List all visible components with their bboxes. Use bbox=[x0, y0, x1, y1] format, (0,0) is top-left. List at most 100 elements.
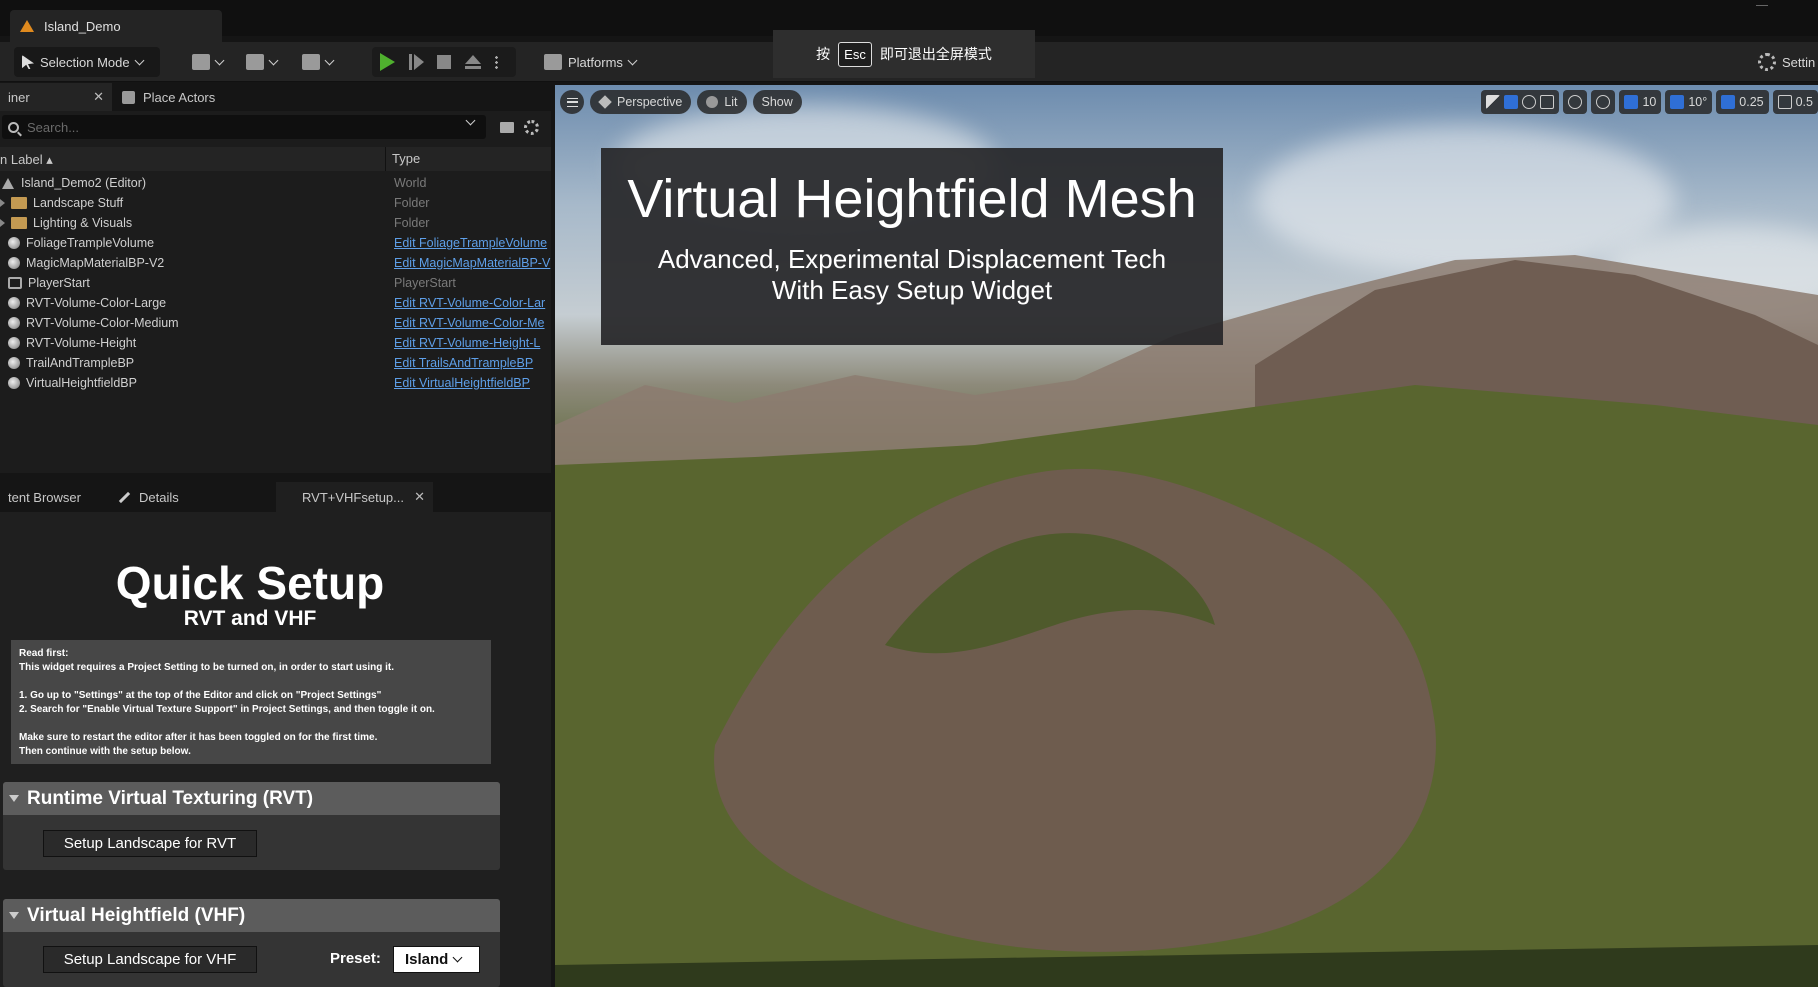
play-controls bbox=[372, 47, 516, 77]
edit-blueprint-link[interactable]: Edit VirtualHeightfieldBP bbox=[394, 376, 551, 390]
setup-vhf-button[interactable]: Setup Landscape for VHF bbox=[43, 946, 257, 973]
perspective-button[interactable]: Perspective bbox=[590, 90, 692, 114]
settings-button[interactable]: Settin bbox=[1758, 47, 1818, 77]
add-content-button[interactable] bbox=[192, 47, 225, 77]
scale-snap-button[interactable]: 0.25 bbox=[1716, 90, 1769, 114]
outliner-row-label: RVT-Volume-Height bbox=[8, 336, 136, 350]
edit-blueprint-link[interactable]: Edit RVT-Volume-Color-Me bbox=[394, 316, 551, 330]
eject-icon[interactable] bbox=[465, 55, 481, 69]
outliner-row[interactable]: VirtualHeightfieldBP Edit VirtualHeightfi… bbox=[0, 373, 551, 393]
chevron-down-icon[interactable] bbox=[465, 115, 476, 126]
title-banner: Virtual Heightfield Mesh Advanced, Exper… bbox=[601, 148, 1223, 345]
outliner-row-label: FoliageTrampleVolume bbox=[8, 236, 154, 250]
gear-icon bbox=[1758, 53, 1776, 71]
close-icon[interactable]: ✕ bbox=[93, 89, 104, 105]
rotation-snap-button[interactable]: 10° bbox=[1665, 90, 1713, 114]
outliner-row[interactable]: PlayerStart PlayerStart bbox=[0, 273, 551, 293]
perspective-label: Perspective bbox=[617, 95, 683, 109]
camera-icon bbox=[1777, 95, 1792, 109]
vhf-section-header[interactable]: Virtual Heightfield (VHF) bbox=[3, 899, 500, 932]
tab-details[interactable]: Details bbox=[110, 482, 187, 512]
vhf-section-title: Virtual Heightfield (VHF) bbox=[27, 904, 246, 926]
show-button[interactable]: Show bbox=[752, 90, 802, 114]
scale-tool-icon[interactable] bbox=[1540, 95, 1555, 109]
outliner-row[interactable]: RVT-Volume-Height Edit RVT-Volume-Height-… bbox=[0, 333, 551, 353]
tab-outliner[interactable]: iner ✕ bbox=[0, 83, 112, 111]
stop-icon[interactable] bbox=[437, 55, 451, 69]
new-folder-icon[interactable] bbox=[500, 122, 514, 133]
outliner-row[interactable]: Island_Demo2 (Editor) World bbox=[0, 173, 551, 193]
column-label-header[interactable]: n Label ▴ bbox=[0, 152, 53, 168]
pencil-icon bbox=[118, 491, 131, 503]
vhf-section: Virtual Heightfield (VHF) Setup Landscap… bbox=[3, 899, 500, 987]
settings-label: Settin bbox=[1782, 54, 1816, 70]
close-icon[interactable]: ✕ bbox=[414, 489, 425, 505]
level-viewport[interactable]: Perspective Lit Show 10 10° 0.25 0.5 Vir… bbox=[555, 85, 1818, 987]
advance-frame-icon[interactable] bbox=[409, 54, 424, 70]
surface-snap-button[interactable] bbox=[1591, 90, 1616, 114]
edit-blueprint-link[interactable]: Edit MagicMapMaterialBP-V bbox=[394, 256, 551, 270]
banner-subtitle-line-2: With Easy Setup Widget bbox=[771, 275, 1053, 305]
banner-subtitle-line-1: Advanced, Experimental Displacement Tech bbox=[657, 244, 1167, 274]
document-tab[interactable]: Island_Demo bbox=[10, 10, 222, 42]
bottom-panel: tent Browser Details RVT+VHFsetup... ✕ Q… bbox=[0, 482, 551, 987]
viewport-menu-button[interactable] bbox=[560, 90, 584, 114]
move-tool-icon[interactable] bbox=[1504, 95, 1519, 109]
actor-icon bbox=[8, 237, 20, 249]
rvt-section-header[interactable]: Runtime Virtual Texturing (RVT) bbox=[3, 782, 500, 815]
rotate-tool-icon[interactable] bbox=[1522, 95, 1537, 109]
tab-rvt-vhf-setup[interactable]: RVT+VHFsetup... ✕ bbox=[276, 482, 433, 512]
lit-label: Lit bbox=[724, 95, 738, 109]
expand-arrow-icon[interactable] bbox=[0, 199, 5, 207]
outliner-rows: Island_Demo2 (Editor) World Landscape Stuf… bbox=[0, 173, 551, 393]
tab-place-actors[interactable]: Place Actors bbox=[114, 83, 223, 111]
minimize-icon[interactable] bbox=[1756, 0, 1768, 6]
rvt-section-title: Runtime Virtual Texturing (RVT) bbox=[27, 787, 314, 809]
blueprints-button[interactable] bbox=[246, 47, 279, 77]
select-tool-icon[interactable] bbox=[1486, 95, 1501, 109]
outliner-row[interactable]: RVT-Volume-Color-Medium Edit RVT-Volume-C… bbox=[0, 313, 551, 333]
setup-rvt-button[interactable]: Setup Landscape for RVT bbox=[43, 830, 257, 857]
tab-rvt-vhf-setup-label: RVT+VHFsetup... bbox=[302, 489, 404, 505]
outliner-row-label: RVT-Volume-Color-Large bbox=[8, 296, 166, 310]
selection-mode-dropdown[interactable]: Selection Mode bbox=[14, 47, 160, 77]
chevron-down-icon bbox=[627, 55, 638, 65]
outliner-row-label: VirtualHeightfieldBP bbox=[8, 376, 137, 390]
chevron-down-icon bbox=[268, 55, 279, 65]
coordinate-system-button[interactable] bbox=[1563, 90, 1588, 114]
chevron-down-icon bbox=[134, 55, 145, 65]
search-input[interactable]: Search... bbox=[2, 115, 486, 139]
expand-arrow-icon[interactable] bbox=[0, 219, 5, 227]
column-type-header[interactable]: Type bbox=[385, 147, 551, 171]
more-options-icon[interactable] bbox=[495, 54, 498, 70]
edit-blueprint-link[interactable]: Edit FoliageTrampleVolume bbox=[394, 236, 551, 250]
outliner-row-type: Folder bbox=[394, 216, 430, 230]
platforms-dropdown[interactable]: Platforms bbox=[538, 47, 642, 77]
actor-icon bbox=[8, 337, 20, 349]
play-icon[interactable] bbox=[380, 53, 395, 71]
grid-snap-button[interactable]: 10 bbox=[1619, 90, 1662, 114]
preset-dropdown[interactable]: Island bbox=[393, 946, 480, 973]
lit-button[interactable]: Lit bbox=[697, 90, 747, 114]
actor-icon bbox=[8, 357, 20, 369]
edit-blueprint-link[interactable]: Edit RVT-Volume-Color-Lar bbox=[394, 296, 551, 310]
tab-content-browser[interactable]: tent Browser bbox=[0, 482, 89, 512]
gear-icon[interactable] bbox=[524, 120, 539, 135]
edit-blueprint-link[interactable]: Edit TrailsAndTrampleBP bbox=[394, 356, 551, 370]
outliner-row-text: VirtualHeightfieldBP bbox=[26, 376, 137, 390]
outliner-row[interactable]: Lighting & Visuals Folder bbox=[0, 213, 551, 233]
outliner-row[interactable]: Landscape Stuff Folder bbox=[0, 193, 551, 213]
outliner-row[interactable]: FoliageTrampleVolume Edit FoliageTrampleV… bbox=[0, 233, 551, 253]
edit-blueprint-link[interactable]: Edit RVT-Volume-Height-L bbox=[394, 336, 551, 350]
outliner-row[interactable]: RVT-Volume-Color-Large Edit RVT-Volume-Co… bbox=[0, 293, 551, 313]
outliner-row-type: World bbox=[394, 176, 427, 190]
cursor-icon bbox=[22, 55, 34, 69]
world-icon bbox=[2, 177, 15, 189]
banner-title: Virtual Heightfield Mesh bbox=[627, 169, 1197, 229]
camera-speed-button[interactable]: 0.5 bbox=[1772, 90, 1818, 114]
cinematics-button[interactable] bbox=[302, 47, 335, 77]
fullscreen-exit-notice: 按 Esc 即可退出全屏模式 bbox=[773, 30, 1035, 78]
outliner-row[interactable]: TrailAndTrampleBP Edit TrailsAndTrampleBP bbox=[0, 353, 551, 373]
outliner-row[interactable]: MagicMapMaterialBP-V2 Edit MagicMapMateri… bbox=[0, 253, 551, 273]
outliner-row-label: Island_Demo2 (Editor) bbox=[2, 176, 146, 190]
